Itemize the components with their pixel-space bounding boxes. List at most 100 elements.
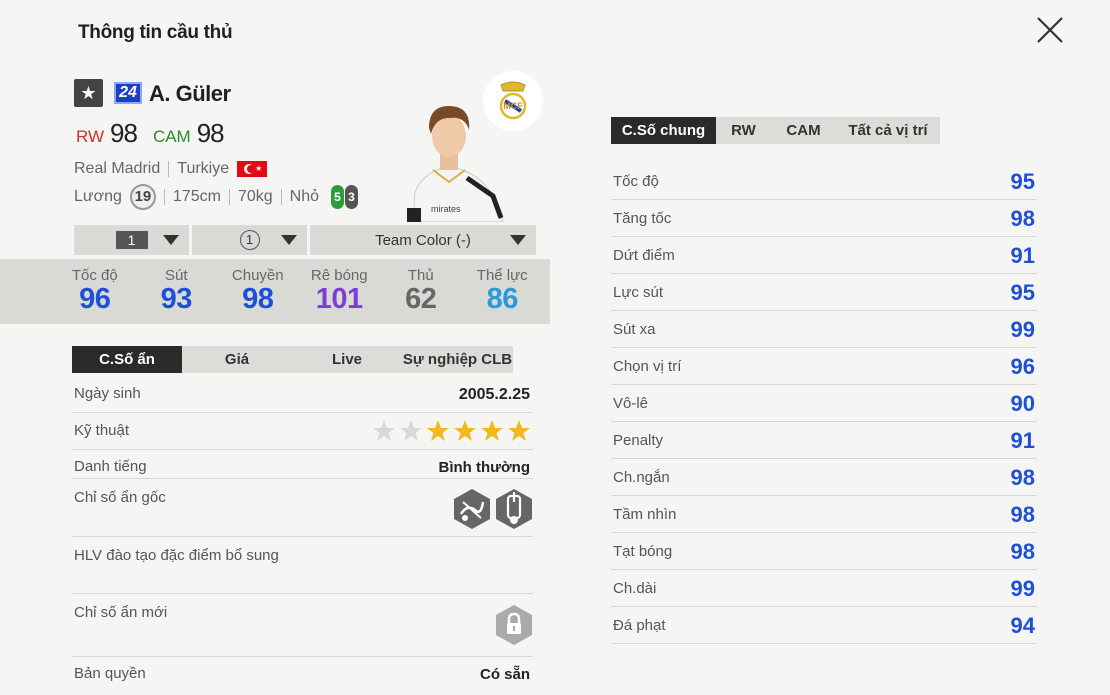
close-icon xyxy=(1037,17,1063,43)
physical-row: Lương 19 175cm 70kg Nhỏ 5 3 xyxy=(74,184,358,210)
main-stat: Chuyền 98 xyxy=(217,259,299,324)
weight-value: 70kg xyxy=(237,188,273,205)
birthday-row: Ngày sinh 2005.2.25 xyxy=(72,376,533,413)
attribute-row: Ch.ngắn 98 xyxy=(611,459,1037,496)
upgrade-selectors: 1 1 Team Color (-) xyxy=(74,225,536,255)
position-rw-label: RW xyxy=(76,127,105,146)
attribute-label: Penalty xyxy=(613,432,664,449)
new-hidden-label: Chỉ số ẩn mới xyxy=(74,604,168,621)
star-filled-icon xyxy=(508,420,530,441)
attribute-value: 99 xyxy=(1010,317,1035,342)
chevron-down-icon xyxy=(163,235,179,245)
main-stat: Thể lực 86 xyxy=(462,259,544,324)
star-empty-icon xyxy=(400,420,422,441)
main-stat: Tốc độ 96 xyxy=(54,259,136,324)
right-tab-bar: C.Số chung RW CAM Tất cả vị trí xyxy=(611,117,940,144)
position-ratings: RW 98 CAM 98 xyxy=(76,118,234,149)
attribute-row: Sút xa 99 xyxy=(611,311,1037,348)
left-tab-bar: C.Số ẩn Giá Live Sự nghiệp CLB xyxy=(72,346,513,373)
skill-stars xyxy=(372,419,531,443)
rank-value: 1 xyxy=(239,230,260,250)
attribute-list: Tốc độ 95 Tăng tốc 98 Dứt điểm 91 Lực sút 95 Sút… xyxy=(611,163,1037,644)
attribute-value: 98 xyxy=(1010,539,1035,564)
star-filled-icon xyxy=(427,420,449,441)
attribute-label: Tầm nhìn xyxy=(613,506,677,523)
main-stat-label: Thủ xyxy=(407,267,434,284)
attribute-label: Dứt điểm xyxy=(613,247,675,264)
attribute-label: Lực sút xyxy=(613,284,664,301)
main-stat-label: Thể lực xyxy=(476,267,528,284)
attribute-row: Penalty 91 xyxy=(611,422,1037,459)
dribbling-trait-icon[interactable] xyxy=(453,488,491,530)
tab-all-positions[interactable]: Tất cả vị trí xyxy=(836,117,940,144)
skill-row: Kỹ thuật xyxy=(72,413,533,450)
star-icon: ★ xyxy=(74,79,103,107)
salary-value: 19 xyxy=(129,184,156,210)
position-cam-ovr: 98 xyxy=(196,118,225,148)
star-filled-icon xyxy=(454,420,476,441)
tab-cam[interactable]: CAM xyxy=(771,117,836,144)
club-name: Real Madrid xyxy=(74,160,161,177)
divider xyxy=(163,189,165,205)
attribute-label: Tạt bóng xyxy=(613,543,673,560)
attribute-row: Chọn vị trí 96 xyxy=(611,348,1037,385)
svg-text:MCF: MCF xyxy=(503,101,523,111)
divider xyxy=(168,161,170,177)
attribute-value: 91 xyxy=(1010,243,1035,268)
main-stat: Thủ 62 xyxy=(380,259,462,324)
star-empty-icon xyxy=(373,420,395,441)
attribute-value: 95 xyxy=(1010,169,1035,194)
attribute-row: Ch.dài 99 xyxy=(611,570,1037,607)
level-select[interactable]: 1 xyxy=(74,225,189,255)
team-color-value: Team Color (-) xyxy=(375,231,471,249)
attribute-row: Lực sút 95 xyxy=(611,274,1037,311)
tab-price[interactable]: Giá xyxy=(182,346,292,373)
reputation-label: Danh tiếng xyxy=(74,458,147,475)
main-stat-value: 98 xyxy=(242,283,274,315)
main-stat: Rê bóng 101 xyxy=(299,259,381,324)
main-stats: Tốc độ 96 Sút 93 Chuyền 98 Rê bóng 101 Thủ 62 Thể … xyxy=(0,259,550,324)
reputation-value: Bình thường xyxy=(438,459,530,476)
star-filled-icon xyxy=(481,420,503,441)
tab-club-career[interactable]: Sự nghiệp CLB xyxy=(402,346,513,373)
page-title: Thông tin cầu thủ xyxy=(78,22,233,43)
attribute-row: Tăng tốc 98 xyxy=(611,200,1037,237)
license-row: Bản quyền Có sẵn xyxy=(72,657,533,694)
tab-general-stats[interactable]: C.Số chung xyxy=(611,117,716,144)
shooting-trait-icon[interactable] xyxy=(495,488,533,530)
tab-rw[interactable]: RW xyxy=(716,117,771,144)
tab-live[interactable]: Live xyxy=(292,346,402,373)
lock-icon xyxy=(496,605,532,645)
position-cam-label: CAM xyxy=(152,127,191,146)
nation-name: Turkiye xyxy=(177,160,230,177)
attribute-row: Dứt điểm 91 xyxy=(611,237,1037,274)
main-stat-label: Chuyền xyxy=(231,267,284,284)
attribute-value: 96 xyxy=(1010,354,1035,379)
attribute-label: Ch.ngắn xyxy=(613,469,670,486)
attribute-value: 98 xyxy=(1010,502,1035,527)
attribute-label: Ch.dài xyxy=(613,580,657,597)
main-stat-value: 62 xyxy=(405,283,437,315)
attribute-value: 95 xyxy=(1010,280,1035,305)
hidden-base-row: Chỉ số ẩn gốc xyxy=(72,479,533,537)
rank-select[interactable]: 1 xyxy=(192,225,307,255)
salary-label: Lương xyxy=(74,188,122,205)
main-stat-label: Tốc độ xyxy=(71,267,118,284)
attribute-row: Đá phạt 94 xyxy=(611,607,1037,644)
attribute-row: Tạt bóng 98 xyxy=(611,533,1037,570)
attribute-label: Tăng tốc xyxy=(613,210,672,227)
close-button[interactable] xyxy=(1034,14,1066,46)
main-stat-label: Rê bóng xyxy=(310,267,368,284)
hidden-base-label: Chỉ số ẩn gốc xyxy=(74,489,166,506)
attribute-row: Vô-lê 90 xyxy=(611,385,1037,422)
team-color-select[interactable]: Team Color (-) xyxy=(310,225,536,255)
attribute-value: 99 xyxy=(1010,576,1035,601)
tab-hidden-stats[interactable]: C.Số ẩn xyxy=(72,346,182,373)
divider xyxy=(280,189,282,205)
main-stat-value: 93 xyxy=(160,283,193,315)
attribute-row: Tầm nhìn 98 xyxy=(611,496,1037,533)
attribute-row: Tốc độ 95 xyxy=(611,163,1037,200)
attribute-value: 90 xyxy=(1010,391,1035,416)
main-stat-label: Sút xyxy=(164,267,188,284)
club-nation-row: Real Madrid Turkiye ★ xyxy=(74,160,268,178)
